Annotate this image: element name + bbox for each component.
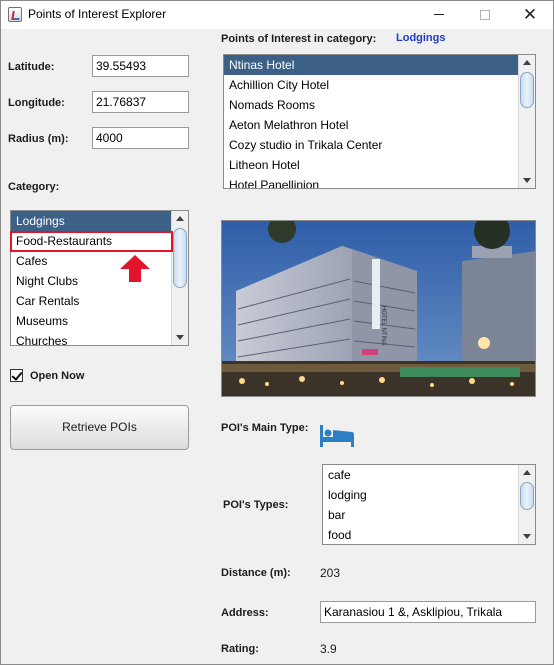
types-label: POI's Types: <box>223 499 289 511</box>
close-button[interactable]: ✕ <box>507 1 553 29</box>
scroll-up-arrow-icon[interactable] <box>172 211 188 227</box>
latitude-label: Latitude: <box>8 61 55 73</box>
poi-list-item[interactable]: Aeton Melathron Hotel <box>224 115 518 135</box>
radius-label: Radius (m): <box>8 133 69 145</box>
category-list-item[interactable]: Churches <box>11 331 171 345</box>
hotel-photo-image: HOTEL NTINA <box>222 221 535 396</box>
retrieve-pois-button[interactable]: Retrieve POIs <box>10 405 189 450</box>
title-bar: Points of Interest Explorer ✕ <box>1 1 553 29</box>
category-scroll-thumb[interactable] <box>173 228 187 288</box>
poi-list-item[interactable]: Ntinas Hotel <box>224 55 518 75</box>
poi-list-item[interactable]: Nomads Rooms <box>224 95 518 115</box>
category-list-item[interactable]: Car Rentals <box>11 291 171 311</box>
poi-type-item[interactable]: cafe <box>323 465 518 485</box>
poi-list-item[interactable]: Cozy studio in Trikala Center <box>224 135 518 155</box>
scroll-down-arrow-icon[interactable] <box>172 329 188 345</box>
poi-type-item[interactable]: bar <box>323 505 518 525</box>
minimize-button[interactable] <box>416 1 462 29</box>
poi-type-items: cafe lodging bar food <box>323 465 518 544</box>
maximize-button[interactable] <box>462 1 508 29</box>
types-scrollbar[interactable] <box>518 465 535 544</box>
poi-items: Ntinas Hotel Achillion City Hotel Nomads R… <box>224 55 518 188</box>
poi-photo: HOTEL NTINA <box>221 220 536 397</box>
poi-list-item[interactable]: Achillion City Hotel <box>224 75 518 95</box>
address-field[interactable]: Karanasiou 1 &, Asklipiou, Trikala <box>320 601 536 623</box>
poi-list-item[interactable]: Litheon Hotel <box>224 155 518 175</box>
latitude-value: 39.55493 <box>96 59 147 73</box>
rating-label: Rating: <box>221 643 259 655</box>
poi-type-item[interactable]: food <box>323 525 518 544</box>
distance-label: Distance (m): <box>221 567 291 579</box>
longitude-value: 21.76837 <box>96 95 147 109</box>
poi-scroll-thumb[interactable] <box>520 72 534 108</box>
poi-list-item[interactable]: Hotel Panellinion <box>224 175 518 188</box>
longitude-field[interactable]: 21.76837 <box>92 91 189 113</box>
distance-value: 203 <box>320 566 341 580</box>
open-now-checkbox[interactable] <box>10 369 23 382</box>
selected-category-value: Lodgings <box>396 32 446 44</box>
rating-value: 3.9 <box>320 642 337 656</box>
close-icon: ✕ <box>522 5 538 24</box>
scroll-down-arrow-icon[interactable] <box>519 172 535 188</box>
address-label: Address: <box>221 607 269 619</box>
category-list-item[interactable]: Museums <box>11 311 171 331</box>
latitude-field[interactable]: 39.55493 <box>92 55 189 77</box>
main-window: Points of Interest Explorer ✕ Latitude: … <box>0 0 554 665</box>
maximize-icon <box>480 10 490 20</box>
open-now-label: Open Now <box>30 370 85 382</box>
category-list-item[interactable]: Lodgings <box>11 211 171 231</box>
highlight-annotation-box <box>10 231 173 252</box>
scroll-down-arrow-icon[interactable] <box>519 528 535 544</box>
longitude-label: Longitude: <box>8 97 65 109</box>
address-value: Karanasiou 1 &, Asklipiou, Trikala <box>324 605 503 619</box>
bed-icon <box>320 425 354 447</box>
poi-scrollbar[interactable] <box>518 55 535 188</box>
main-type-label: POI's Main Type: <box>221 422 309 434</box>
poi-list[interactable]: Ntinas Hotel Achillion City Hotel Nomads R… <box>223 54 536 189</box>
category-scrollbar[interactable] <box>171 211 188 345</box>
radius-value: 4000 <box>96 131 123 145</box>
poi-type-item[interactable]: lodging <box>323 485 518 505</box>
poi-types-list[interactable]: cafe lodging bar food <box>322 464 536 545</box>
hotel-sign-text: HOTEL NTINA <box>380 306 386 345</box>
types-scroll-thumb[interactable] <box>520 482 534 510</box>
window-title: Points of Interest Explorer <box>28 7 167 21</box>
category-label: Category: <box>8 181 60 193</box>
scroll-up-arrow-icon[interactable] <box>519 55 535 71</box>
poi-list-header: Points of Interest in category: <box>221 33 377 45</box>
radius-field[interactable]: 4000 <box>92 127 189 149</box>
scroll-up-arrow-icon[interactable] <box>519 465 535 481</box>
java-cup-icon <box>8 7 22 22</box>
minimize-icon <box>434 14 444 15</box>
red-up-arrow-icon <box>120 255 150 282</box>
